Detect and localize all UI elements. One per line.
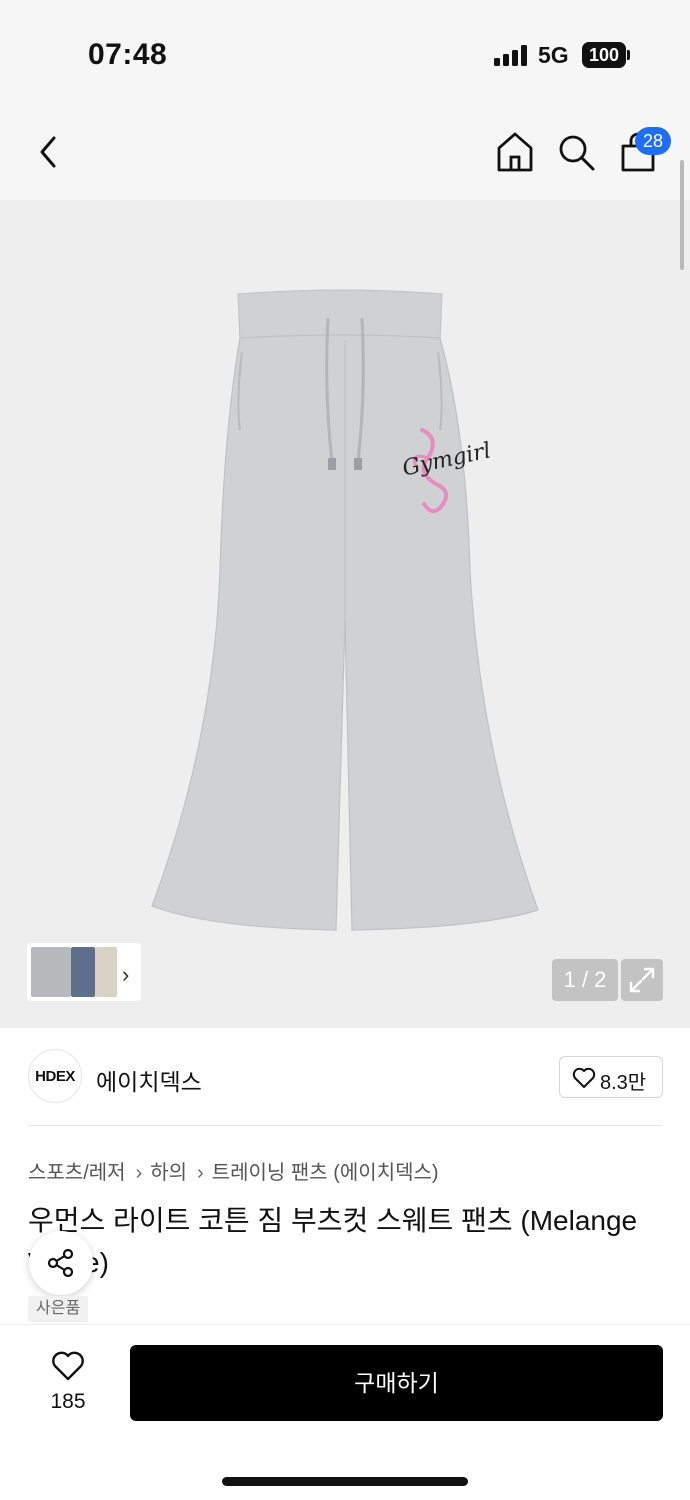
chevron-right-icon: ›	[135, 1162, 143, 1184]
brand-like-count: 8.3만	[600, 1072, 647, 1094]
chevron-right-icon[interactable]: ›	[122, 962, 129, 988]
brand-like-button[interactable]: 8.3만	[559, 1056, 663, 1098]
status-time: 07:48	[88, 38, 168, 71]
share-button[interactable]	[29, 1231, 93, 1295]
breadcrumb: 스포츠/레저 › 하의 › 트레이닝 팬츠 (에이치덱스)	[28, 1156, 439, 1185]
home-icon[interactable]	[495, 130, 535, 174]
gift-badge: 사은품	[28, 1296, 89, 1322]
search-icon[interactable]	[556, 130, 596, 174]
wishlist-count: 185	[50, 1390, 86, 1413]
heart-icon	[572, 1067, 596, 1088]
thumbnail[interactable]	[71, 947, 95, 997]
battery-tip	[627, 50, 630, 60]
image-page-counter: 1 / 2	[552, 959, 618, 1001]
signal-icon	[494, 44, 530, 66]
thumbnail[interactable]	[31, 947, 71, 997]
network-label: 5G	[538, 42, 569, 68]
breadcrumb-item[interactable]: 하의	[150, 1162, 187, 1184]
product-image[interactable]: Gymgirl	[140, 280, 550, 940]
thumbnail[interactable]	[95, 947, 117, 997]
expand-button[interactable]	[621, 959, 663, 1001]
status-bar: 07:48 5G 100	[0, 0, 690, 100]
brand-logo[interactable]: HDEX	[28, 1049, 82, 1103]
heart-icon	[52, 1351, 84, 1381]
cart-count-badge: 28	[635, 127, 671, 155]
share-icon	[47, 1248, 74, 1278]
scroll-indicator	[680, 160, 684, 270]
breadcrumb-item[interactable]: 스포츠/레저	[28, 1162, 126, 1184]
home-indicator	[222, 1477, 468, 1486]
brand-name[interactable]: 에이치덱스	[96, 1063, 202, 1097]
wishlist-button[interactable]: 185	[40, 1346, 96, 1416]
product-title: 우먼스 라이트 코튼 짐 부츠컷 스웨트 팬츠 (Melange White)	[28, 1205, 638, 1278]
back-icon[interactable]	[30, 130, 70, 174]
breadcrumb-item[interactable]: 트레이닝 팬츠 (에이치덱스)	[212, 1162, 439, 1184]
chevron-right-icon: ›	[197, 1162, 204, 1184]
battery-icon: 100	[582, 42, 626, 68]
divider	[28, 1125, 662, 1126]
expand-icon	[629, 967, 655, 993]
buy-button[interactable]: 구매하기	[130, 1345, 663, 1421]
